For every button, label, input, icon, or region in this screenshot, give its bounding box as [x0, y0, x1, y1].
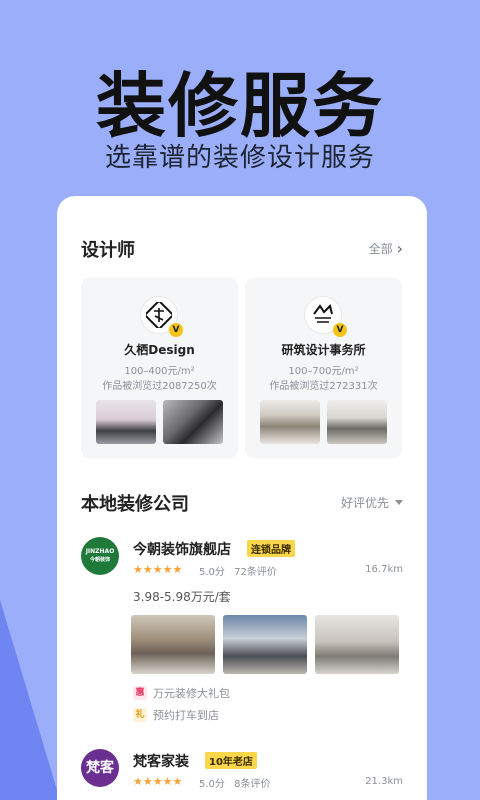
star-rating-icon: ★★★★★ — [133, 563, 183, 576]
company-name: 梵客家装 — [133, 754, 189, 770]
designers-title: 设计师 — [81, 240, 135, 261]
background-wedge — [0, 600, 60, 800]
company-perk: 惠 万元装修大礼包 — [133, 685, 230, 701]
designers-all-link[interactable]: 全部 › — [369, 240, 403, 257]
designer-avatar: V — [140, 296, 183, 337]
designer-card-yanzhu[interactable]: V 研筑设计事务所 100–700元/m² 作品被浏览过272331次 — [245, 278, 402, 458]
review-count: 8条评价 — [234, 779, 271, 790]
company-price: 3.98-5.98万元/套 — [133, 590, 231, 604]
verified-badge-icon: V — [169, 323, 183, 337]
company-distance: 16.7km — [365, 564, 403, 575]
designer-price: 100–400元/m² — [124, 366, 195, 377]
company-tag: 连锁品牌 — [247, 540, 295, 557]
hero-subtitle: 选靠谱的装修设计服务 — [104, 143, 375, 173]
hero-title: 装修服务 — [96, 65, 384, 147]
sort-label: 好评优先 — [340, 496, 389, 510]
company-logo: 梵客 — [81, 749, 119, 787]
review-count: 72条评价 — [234, 567, 277, 578]
company-logo: JINZHAO 今朝装饰 — [81, 537, 119, 575]
company-case-photo[interactable] — [223, 615, 307, 674]
perk-text: 万元装修大礼包 — [153, 687, 230, 700]
designer-work-photo[interactable] — [163, 400, 223, 444]
designer-views: 作品被浏览过2087250次 — [102, 381, 217, 392]
company-item-jinzhao[interactable]: JINZHAO 今朝装饰 今朝装饰旗舰店 连锁品牌 ★★★★★ 5.0分 72条… — [81, 537, 403, 727]
company-tag: 10年老店 — [205, 752, 257, 769]
perk-text: 预约打车到店 — [153, 709, 219, 722]
rating-score: 5.0分 — [199, 779, 225, 790]
designer-work-photo[interactable] — [327, 400, 387, 444]
designer-card-jiuqi[interactable]: V 久栖Design 100–400元/m² 作品被浏览过2087250次 — [81, 278, 238, 458]
designer-work-photo[interactable] — [96, 400, 156, 444]
designers-header: 设计师 全部 › — [81, 236, 403, 264]
company-name: 今朝装饰旗舰店 — [133, 542, 231, 558]
discount-icon: 惠 — [133, 686, 147, 700]
designer-name: 久栖Design — [124, 343, 195, 357]
company-rating: 5.0分 8条评价 — [199, 775, 270, 790]
yanzhu-logo-icon — [313, 304, 333, 323]
designer-price: 100–700元/m² — [288, 366, 359, 377]
logo-subtext: 今朝装饰 — [89, 557, 110, 563]
companies-header: 本地装修公司 好评优先 — [81, 490, 403, 518]
service-card: 设计师 全部 › V 久栖Design 100–400元/m² 作品被浏览过20… — [57, 196, 427, 800]
company-perk: 礼 预约打车到店 — [133, 707, 219, 723]
company-case-photo[interactable] — [315, 615, 399, 674]
gift-icon: 礼 — [133, 708, 147, 722]
company-distance: 21.3km — [365, 776, 403, 787]
jiuqi-logo-icon — [146, 302, 172, 328]
star-rating-icon: ★★★★★ — [133, 775, 183, 788]
company-case-photo[interactable] — [131, 615, 215, 674]
chevron-right-icon: › — [396, 238, 403, 258]
rating-score: 5.0分 — [199, 567, 225, 578]
verified-badge-icon: V — [333, 323, 347, 337]
logo-text: JINZHAO — [85, 548, 115, 555]
designer-avatar: V — [304, 296, 347, 337]
sort-dropdown[interactable]: 好评优先 — [341, 494, 403, 511]
company-rating: 5.0分 72条评价 — [199, 563, 277, 578]
designer-views: 作品被浏览过272331次 — [269, 381, 378, 392]
designers-all-label: 全部 — [368, 242, 393, 256]
company-item-fanke[interactable]: 梵客 梵客家装 10年老店 ★★★★★ 5.0分 8条评价 21.3km — [81, 749, 403, 800]
companies-title: 本地装修公司 — [81, 494, 189, 515]
designer-work-photo[interactable] — [260, 400, 320, 444]
designer-name: 研筑设计事务所 — [281, 343, 366, 357]
caret-down-icon — [395, 500, 403, 505]
